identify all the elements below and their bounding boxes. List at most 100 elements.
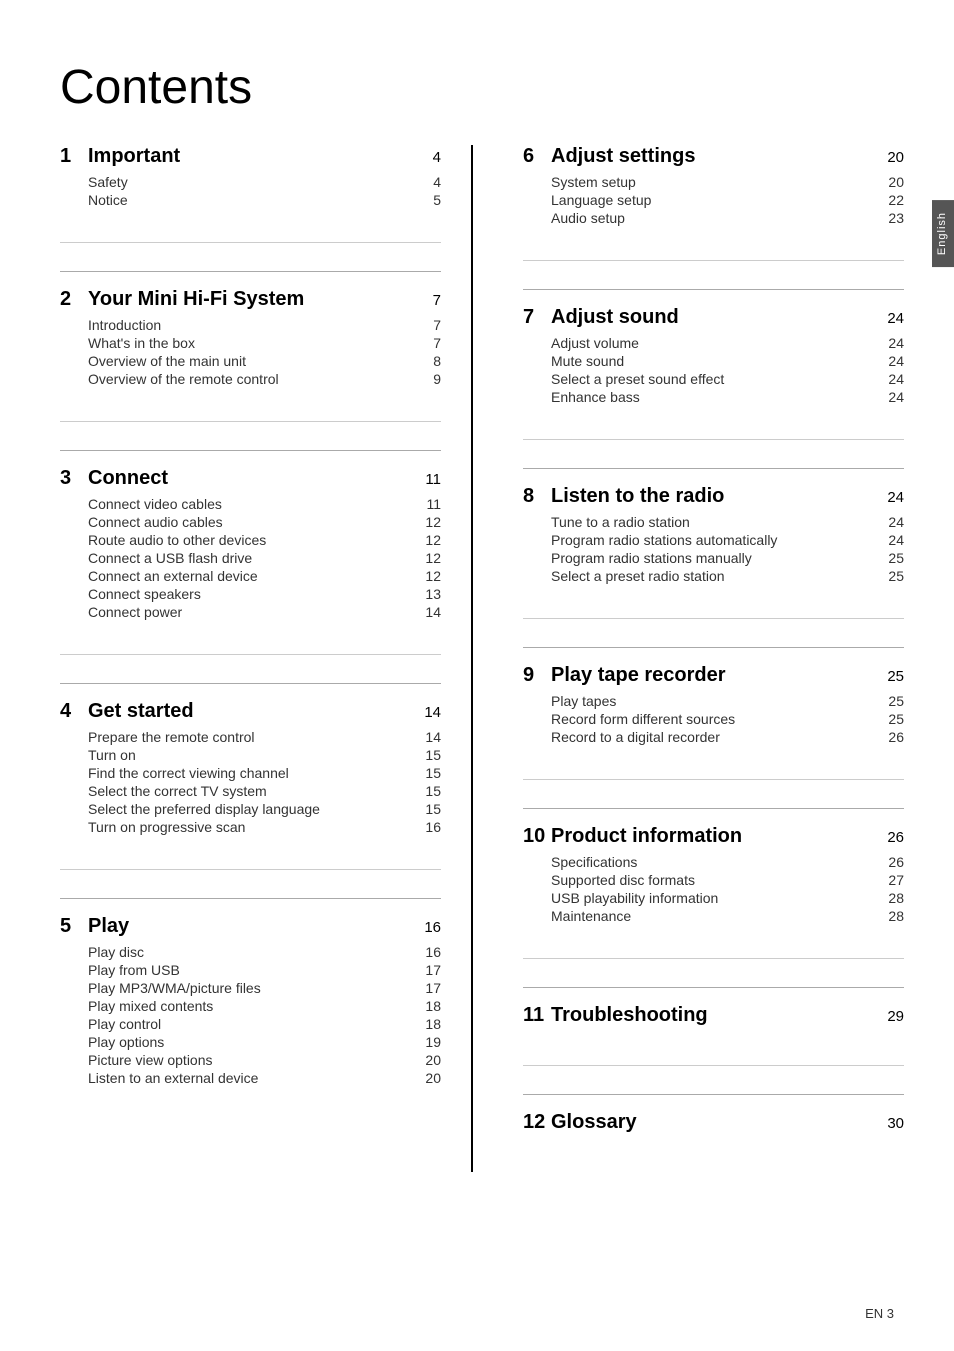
sub-item-page: 25 (874, 568, 904, 584)
sub-item: Tune to a radio station24 (551, 514, 904, 530)
section-page-1: 4 (411, 149, 441, 166)
sub-item-page: 28 (874, 908, 904, 924)
sub-item-title: Play from USB (88, 962, 411, 978)
sub-item: Connect audio cables12 (88, 514, 441, 530)
sub-item-title: Connect video cables (88, 496, 411, 512)
sub-item-title: Overview of the main unit (88, 353, 411, 369)
sub-item: Play MP3/WMA/picture files17 (88, 980, 441, 996)
sub-item: Record form different sources25 (551, 711, 904, 727)
section-title-9: Play tape recorder (551, 664, 874, 687)
sub-item-page: 25 (874, 693, 904, 709)
sub-item-page: 20 (874, 174, 904, 190)
section-title-2: Your Mini Hi-Fi System (88, 288, 411, 311)
sub-item-page: 14 (411, 604, 441, 620)
sub-item-title: Supported disc formats (551, 872, 874, 888)
sub-item-title: Record form different sources (551, 711, 874, 727)
section-number-3: 3 (60, 467, 88, 490)
toc-section-1: 1Important4 Safety4 Notice5 (60, 145, 441, 214)
section-header-7: 7Adjust sound24 (523, 306, 904, 329)
sub-item-title: Turn on progressive scan (88, 819, 411, 835)
sub-item-page: 24 (874, 514, 904, 530)
page-container: English Contents 1Important4Safety4Notic… (0, 0, 954, 1351)
sub-item: Select a preset sound effect24 (551, 371, 904, 387)
sub-item: Play options19 (88, 1034, 441, 1050)
side-tab: English (932, 200, 954, 267)
section-page-12: 30 (874, 1115, 904, 1132)
footer: EN 3 (865, 1306, 894, 1321)
section-header-8: 8Listen to the radio24 (523, 485, 904, 508)
sub-item-title: Mute sound (551, 353, 874, 369)
sub-item: Connect an external device12 (88, 568, 441, 584)
section-title-12: Glossary (551, 1111, 874, 1134)
sub-item: Notice5 (88, 192, 441, 208)
toc-section-6: 6Adjust settings20System setup20Language… (523, 145, 904, 232)
sub-item: Play control18 (88, 1016, 441, 1032)
sub-item-title: Program radio stations automatically (551, 532, 874, 548)
section-page-9: 25 (874, 668, 904, 685)
sub-item-page: 7 (411, 317, 441, 333)
section-number-4: 4 (60, 700, 88, 723)
sub-item-title: Adjust volume (551, 335, 874, 351)
sub-item-title: Introduction (88, 317, 411, 333)
section-number-6: 6 (523, 145, 551, 168)
toc-section-9: 9Play tape recorder25Play tapes25Record … (523, 618, 904, 751)
sub-item: Audio setup23 (551, 210, 904, 226)
sub-item-title: Route audio to other devices (88, 532, 411, 548)
sub-item-page: 11 (411, 496, 441, 512)
sub-item-page: 15 (411, 747, 441, 763)
sub-item-title: Safety (88, 174, 411, 190)
sub-item-page: 4 (411, 174, 441, 190)
section-page-2: 7 (411, 292, 441, 309)
sub-item-title: Listen to an external device (88, 1070, 411, 1086)
toc-section-8: 8Listen to the radio24 Tune to a radio st… (523, 439, 904, 590)
sub-item-title: Play tapes (551, 693, 874, 709)
sub-item-page: 17 (411, 980, 441, 996)
section-page-5: 16 (411, 919, 441, 936)
sub-item-title: Tune to a radio station (551, 514, 874, 530)
sub-item-title: Notice (88, 192, 411, 208)
section-header-6: 6Adjust settings20 (523, 145, 904, 168)
sub-item-page: 15 (411, 783, 441, 799)
sub-item-page: 20 (411, 1070, 441, 1086)
sub-item-page: 17 (411, 962, 441, 978)
sub-item: Overview of the main unit8 (88, 353, 441, 369)
section-header-3: 3Connect11 (60, 467, 441, 490)
sub-item-title: Find the correct viewing channel (88, 765, 411, 781)
sub-item: Specifications26 (551, 854, 904, 870)
sub-item-page: 15 (411, 765, 441, 781)
sub-item-title: Play mixed contents (88, 998, 411, 1014)
sub-item-title: System setup (551, 174, 874, 190)
sub-item: Select the correct TV system15 (88, 783, 441, 799)
toc-section-3: 3Connect11 Connect video cables11 Connect … (60, 421, 441, 626)
sub-item-page: 16 (411, 944, 441, 960)
sub-item-title: Program radio stations manually (551, 550, 874, 566)
sub-item-title: Select the preferred display language (88, 801, 411, 817)
col-right: 6Adjust settings20System setup20Language… (513, 145, 904, 1172)
sub-item-title: Record to a digital recorder (551, 729, 874, 745)
toc-section-12: 12Glossary30 (523, 1065, 904, 1144)
sub-item: Connect a USB flash drive12 (88, 550, 441, 566)
sub-item-title: Play control (88, 1016, 411, 1032)
sub-item: Listen to an external device20 (88, 1070, 441, 1086)
sub-item-title: Maintenance (551, 908, 874, 924)
section-page-10: 26 (874, 829, 904, 846)
section-title-3: Connect (88, 467, 411, 490)
sub-item: Connect power14 (88, 604, 441, 620)
sub-item-title: Select a preset sound effect (551, 371, 874, 387)
section-header-12: 12Glossary30 (523, 1111, 904, 1134)
section-title-8: Listen to the radio (551, 485, 874, 508)
section-number-1: 1 (60, 145, 88, 168)
section-number-5: 5 (60, 915, 88, 938)
section-header-2: 2Your Mini Hi-Fi System7 (60, 288, 441, 311)
sub-item-title: Overview of the remote control (88, 371, 411, 387)
sub-item-page: 19 (411, 1034, 441, 1050)
sub-item: Find the correct viewing channel15 (88, 765, 441, 781)
section-page-6: 20 (874, 149, 904, 166)
section-page-4: 14 (411, 704, 441, 721)
sub-item-page: 24 (874, 371, 904, 387)
sub-item: Program radio stations manually25 (551, 550, 904, 566)
page-title: Contents (60, 60, 904, 115)
section-header-1: 1Important4 (60, 145, 441, 168)
toc-section-5: 5Play16Play disc16Play from USB17Play MP… (60, 869, 441, 1092)
sub-item-title: Picture view options (88, 1052, 411, 1068)
